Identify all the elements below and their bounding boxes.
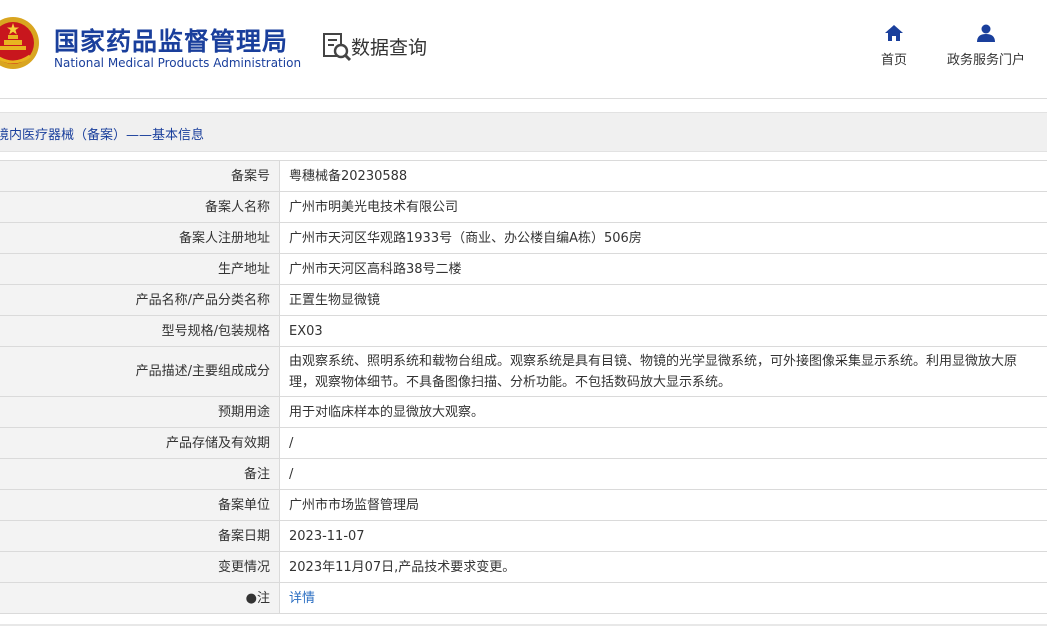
national-emblem-icon [0, 17, 39, 69]
detail-link[interactable]: 详情 [289, 591, 315, 606]
table-row: 产品存储及有效期 / [0, 427, 1047, 459]
field-label: 备案日期 [0, 520, 280, 552]
table-row: 预期用途 用于对临床样本的显微放大观察。 [0, 396, 1047, 428]
table-row: 备案号 粤穗械备20230588 [0, 160, 1047, 192]
field-label: 备案号 [0, 160, 280, 192]
field-value: / [279, 427, 1047, 459]
field-value: 广州市天河区高科路38号二楼 [279, 253, 1047, 285]
table-row: 备案人名称 广州市明美光电技术有限公司 [0, 191, 1047, 223]
field-value: 粤穗械备20230588 [279, 160, 1047, 192]
table-row: 产品描述/主要组成成分 由观察系统、照明系统和载物台组成。观察系统是具有目镜、物镜… [0, 346, 1047, 397]
field-label: 备案单位 [0, 489, 280, 521]
user-icon [977, 24, 995, 42]
breadcrumb-text: 境内医疗器械（备案）——基本信息 [0, 128, 205, 143]
nav-home-link[interactable]: 首页 [874, 24, 914, 68]
field-value: 广州市天河区华观路1933号（商业、办公楼自编A栋）506房 [279, 222, 1047, 254]
field-value: / [279, 458, 1047, 490]
record-table: 备案号 粤穗械备20230588 备案人名称 广州市明美光电技术有限公司 备案人注册地址… [0, 160, 1047, 614]
field-value: 详情 [279, 582, 1047, 614]
breadcrumb: 境内医疗器械（备案）——基本信息 [0, 112, 1047, 152]
field-label: 变更情况 [0, 551, 280, 583]
field-label: 备案人注册地址 [0, 222, 280, 254]
field-label: 备注 [0, 458, 280, 490]
field-value: 正置生物显微镜 [279, 284, 1047, 316]
table-row: 生产地址 广州市天河区高科路38号二楼 [0, 253, 1047, 285]
section-title: 数据查询 [351, 37, 428, 59]
field-label: 型号规格/包装规格 [0, 315, 280, 347]
field-label: 产品存储及有效期 [0, 427, 280, 459]
field-value: 2023年11月07日,产品技术要求变更。 [279, 551, 1047, 583]
org-name-en: National Medical Products Administration [54, 56, 302, 70]
field-value: 广州市明美光电技术有限公司 [279, 191, 1047, 223]
field-value: EX03 [279, 315, 1047, 347]
field-label: 产品名称/产品分类名称 [0, 284, 280, 316]
home-icon [885, 25, 903, 41]
nav-portal-label: 政务服务门户 [946, 53, 1025, 68]
field-label: 生产地址 [0, 253, 280, 285]
table-row: 备案日期 2023-11-07 [0, 520, 1047, 552]
table-row: 型号规格/包装规格 EX03 [0, 315, 1047, 347]
table-row: 变更情况 2023年11月07日,产品技术要求变更。 [0, 551, 1047, 583]
header-divider [0, 98, 1047, 99]
table-row: ●注 详情 [0, 582, 1047, 614]
nav-service-portal-link[interactable]: 政务服务门户 [944, 24, 1028, 68]
field-value: 2023-11-07 [279, 520, 1047, 552]
site-header: 国家药品监督管理局 National Medical Products Admi… [0, 0, 1047, 98]
table-row: 备案人注册地址 广州市天河区华观路1933号（商业、办公楼自编A栋）506房 [0, 222, 1047, 254]
table-row: 产品名称/产品分类名称 正置生物显微镜 [0, 284, 1047, 316]
field-label: 产品描述/主要组成成分 [0, 346, 280, 397]
org-name-cn: 国家药品监督管理局 [54, 27, 289, 56]
nav-home-label: 首页 [880, 53, 907, 68]
field-value: 广州市市场监督管理局 [279, 489, 1047, 521]
document-search-icon [323, 33, 352, 62]
field-value: 用于对临床样本的显微放大观察。 [279, 396, 1047, 428]
table-row: 备案单位 广州市市场监督管理局 [0, 489, 1047, 521]
table-row: 备注 / [0, 458, 1047, 490]
field-label: ●注 [0, 582, 280, 614]
field-value: 由观察系统、照明系统和载物台组成。观察系统是具有目镜、物镜的光学显微系统，可外接… [279, 346, 1047, 397]
field-label: 备案人名称 [0, 191, 280, 223]
field-label: 预期用途 [0, 396, 280, 428]
